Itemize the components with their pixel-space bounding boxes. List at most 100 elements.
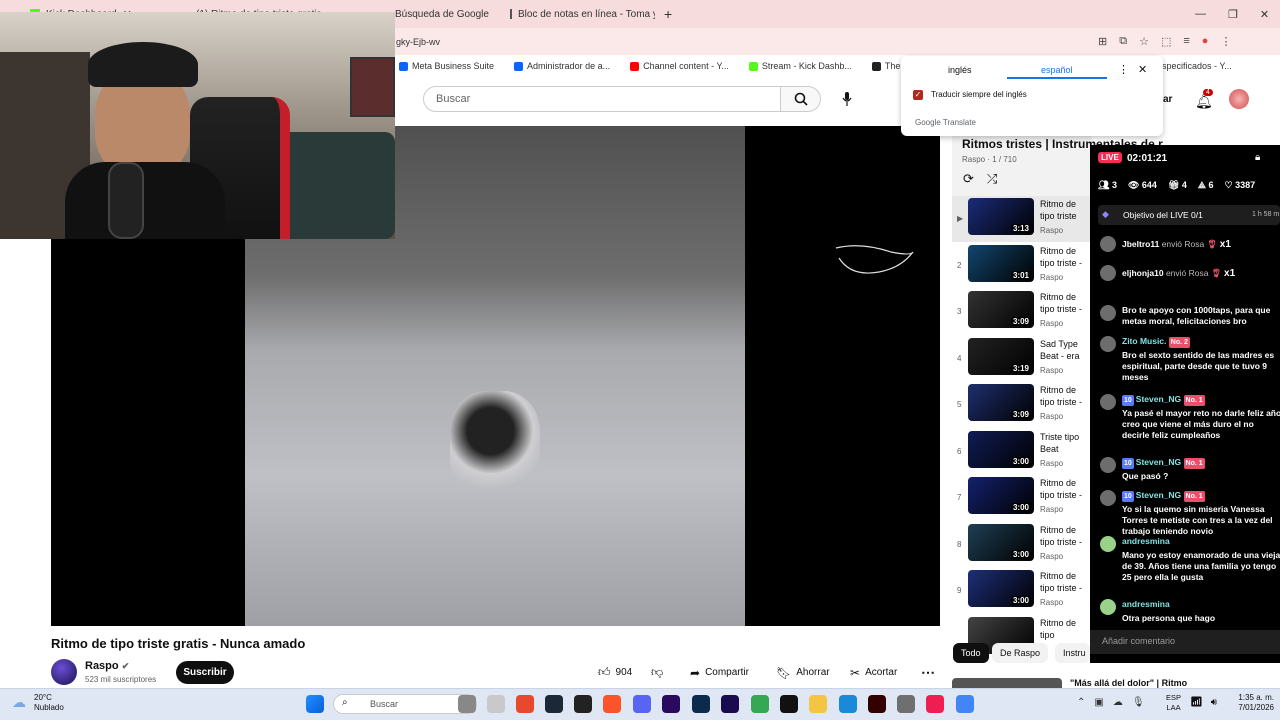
- minimize-icon[interactable]: —: [1195, 8, 1206, 20]
- brave-icon[interactable]: [603, 695, 621, 713]
- more-actions-button[interactable]: ⋯: [921, 661, 935, 684]
- chrome-profile-icon[interactable]: [956, 695, 974, 713]
- voice-search-button[interactable]: [836, 88, 858, 110]
- channel-avatar[interactable]: [51, 659, 77, 685]
- live-goal[interactable]: ◆ Objetivo del LIVE 0/1 1 h 58 m: [1098, 205, 1280, 225]
- bookmark-channel[interactable]: Channel content - Y...: [630, 61, 729, 71]
- playlist-item[interactable]: 3 3:09 Ritmo de tipo triste - Mentiste R…: [952, 289, 1092, 335]
- save-button[interactable]: 🔖︎ Ahorrar: [776, 661, 830, 684]
- shuffle-icon[interactable]: ⤮: [987, 171, 997, 187]
- lang-to-tab[interactable]: español: [1041, 65, 1073, 75]
- bookmark-admin[interactable]: Administrador de a...: [514, 61, 610, 71]
- checkbox-label: Traducir siempre del inglés: [931, 90, 1027, 99]
- create-label[interactable]: ar: [1163, 94, 1172, 105]
- tab-bloc-notas[interactable]: Bloc de notas en línea - Toma y✕: [510, 4, 655, 24]
- maximize-icon[interactable]: ❐: [1228, 8, 1238, 21]
- avatar[interactable]: [1100, 457, 1116, 473]
- edge-icon[interactable]: [839, 695, 857, 713]
- bookmark-meta[interactable]: Meta Business Suite: [399, 61, 494, 71]
- after-effects-icon[interactable]: [721, 695, 739, 713]
- chat-username: Steven_NG: [1135, 490, 1182, 500]
- photoshop-icon[interactable]: [692, 695, 710, 713]
- wifi-icon[interactable]: 📶︎: [1190, 697, 1203, 708]
- playlist-item[interactable]: 5 3:09 Ritmo de tipo triste - odio a mi …: [952, 382, 1092, 428]
- user-avatar[interactable]: [1229, 89, 1249, 109]
- playlist-item[interactable]: 7 3:00 Ritmo de tipo triste - Victima Ra…: [952, 475, 1092, 521]
- scissors-icon: ✂: [850, 665, 861, 680]
- translate-icon[interactable]: ⊞: [1098, 35, 1107, 48]
- discord-icon[interactable]: [633, 695, 651, 713]
- search-button[interactable]: [781, 86, 821, 112]
- share-button[interactable]: ➦ Compartir: [690, 661, 749, 684]
- file-explorer-icon[interactable]: [458, 695, 476, 713]
- microphone-icon[interactable]: 🎙︎: [1132, 697, 1145, 708]
- tray-app-icon[interactable]: ▣: [1094, 697, 1103, 708]
- chip-todo[interactable]: Todo: [953, 643, 989, 663]
- volume-icon[interactable]: 🔊︎: [1211, 697, 1217, 708]
- duration-badge: 3:09: [1010, 317, 1031, 326]
- cast-icon[interactable]: ⧉: [1119, 35, 1127, 48]
- close-icon[interactable]: ✕: [1138, 63, 1147, 76]
- playlist-item[interactable]: 9 3:00 Ritmo de tipo triste - Pensar dem…: [952, 568, 1092, 614]
- tab-google-search[interactable]: Búsqueda de Google✕: [395, 4, 495, 24]
- search-input[interactable]: Buscar: [423, 86, 781, 112]
- goal-icon: ◆: [1102, 209, 1109, 219]
- like-button[interactable]: 👍︎ 904: [598, 661, 632, 684]
- chat-comment-input[interactable]: Añadir comentario: [1090, 630, 1280, 654]
- tiktok-icon[interactable]: [926, 695, 944, 713]
- bookmark-specificados[interactable]: specificados - Y...: [1162, 61, 1232, 71]
- bookmark-kick[interactable]: Stream - Kick Dashb...: [748, 61, 852, 71]
- avatar[interactable]: [1100, 236, 1116, 252]
- steam-icon[interactable]: [545, 695, 563, 713]
- playlist-icon[interactable]: ≡: [1183, 35, 1189, 48]
- lang-from-tab[interactable]: inglés: [948, 65, 972, 75]
- star-icon[interactable]: ☆: [1139, 35, 1149, 48]
- close-window-icon[interactable]: ✕: [1260, 8, 1269, 21]
- folder-icon[interactable]: [809, 695, 827, 713]
- checkbox-icon[interactable]: ✓: [913, 90, 923, 100]
- avatar[interactable]: [1100, 336, 1116, 352]
- avatar[interactable]: [1100, 265, 1116, 281]
- subscribe-button[interactable]: Suscribir: [176, 661, 234, 684]
- playlist-item[interactable]: 8 3:00 Ritmo de tipo triste - Depresión …: [952, 522, 1092, 568]
- chrome-icon[interactable]: [751, 695, 769, 713]
- avatar[interactable]: [1100, 536, 1116, 552]
- illustrator-icon[interactable]: [868, 695, 886, 713]
- chip-de-raspo[interactable]: De Raspo: [992, 643, 1049, 663]
- epic-games-icon[interactable]: [574, 695, 592, 713]
- cloud-sync-icon[interactable]: ☁: [1113, 697, 1123, 708]
- windows-start-icon[interactable]: [306, 695, 324, 713]
- notifications-button[interactable]: 🔔︎ 4: [1193, 89, 1213, 109]
- dislike-button[interactable]: 👎︎: [651, 661, 663, 684]
- capcut-icon[interactable]: [780, 695, 798, 713]
- avatar[interactable]: [1100, 599, 1116, 615]
- playlist-item[interactable]: 4 3:19 Sad Type Beat - era Raspo: [952, 336, 1092, 382]
- avatar[interactable]: [1100, 305, 1116, 321]
- task-view-icon[interactable]: [487, 695, 505, 713]
- next-thumbnail[interactable]: [952, 678, 1062, 688]
- clip-button[interactable]: ✂ Acortar: [850, 661, 897, 684]
- avatar[interactable]: [1100, 490, 1116, 506]
- settings-icon[interactable]: [897, 695, 915, 713]
- playlist-item[interactable]: 6 3:00 Triste tipo Beat Raspo: [952, 429, 1092, 475]
- next-video-title[interactable]: "Más allá del dolor" | Ritmo: [1070, 678, 1200, 688]
- language-indicator[interactable]: ESP LAA: [1166, 693, 1181, 713]
- avatar[interactable]: [1100, 394, 1116, 410]
- loop-icon[interactable]: ⟳: [963, 171, 974, 187]
- office-icon[interactable]: [516, 695, 534, 713]
- new-tab-button[interactable]: +: [664, 4, 672, 24]
- taskbar-search[interactable]: Buscar: [333, 694, 477, 714]
- playlist-item[interactable]: 2 3:01 Ritmo de tipo triste - Peor amor …: [952, 243, 1092, 289]
- menu-icon[interactable]: ⋮: [1220, 35, 1231, 48]
- weather-widget[interactable]: 20°C Nublado: [34, 693, 64, 713]
- channel-name[interactable]: Raspo ✔: [85, 660, 129, 672]
- clock[interactable]: 1:35 a. m. 7/01/2026: [1228, 693, 1274, 713]
- chevron-up-icon[interactable]: ⌃: [1077, 697, 1085, 708]
- playlist-item[interactable]: ▶ 3:13 Ritmo de tipo triste gratis - Nun…: [952, 196, 1092, 242]
- more-icon[interactable]: ⋮: [1118, 63, 1129, 76]
- lock-icon[interactable]: 🔒︎: [1255, 152, 1260, 163]
- premiere-icon[interactable]: [662, 695, 680, 713]
- extensions-icon[interactable]: ⬚: [1161, 35, 1171, 48]
- profile-icon[interactable]: ●: [1202, 35, 1209, 48]
- chip-instrumental[interactable]: Instru: [1055, 643, 1090, 663]
